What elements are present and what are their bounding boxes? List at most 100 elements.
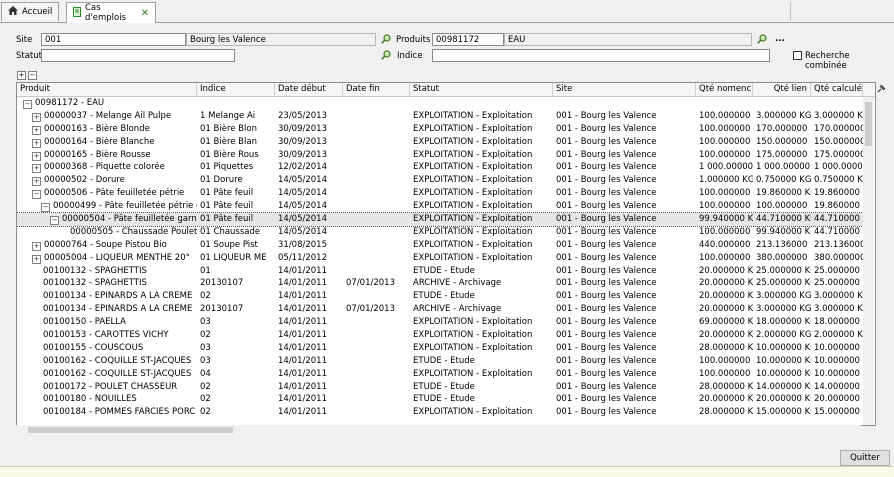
collapse-icon[interactable]: − — [32, 190, 41, 200]
produit-text: 00000037 - Melange Ail Pulpe — [44, 110, 172, 121]
cell-site: 001 - Bourg les Valence — [556, 368, 657, 379]
more-button[interactable]: ... — [775, 34, 785, 44]
close-tab-icon[interactable]: ✕ — [141, 8, 149, 19]
table-row[interactable]: 00100172 - POULET CHASSEUR 02 14/01/2011 ET… — [17, 381, 863, 394]
site-label: Site — [16, 35, 33, 45]
cell-indice: 03 — [200, 355, 211, 366]
pin-icon[interactable] — [876, 84, 886, 94]
table-row[interactable]: 00100155 - COUSCOUS 03 14/01/2011 EXPLOITAT… — [17, 342, 863, 355]
indice-input[interactable] — [432, 49, 770, 62]
table-row[interactable]: 00100162 - COQUILLE ST-JACQUES 04 14/01/20… — [17, 368, 863, 381]
recherche-combinee-checkbox[interactable] — [793, 51, 802, 60]
cell-qn: 1.000000 KG — [699, 175, 753, 186]
search-produit-icon[interactable] — [757, 34, 767, 44]
table-row[interactable]: 00100132 - SPAGHETTIS 01 14/01/2011 ETUDE -… — [17, 265, 863, 278]
table-row[interactable]: −00981172 - EAU — [17, 97, 863, 110]
cell-qc: 170.000000 ... — [814, 123, 863, 134]
collapse-icon[interactable]: − — [23, 100, 32, 109]
collapse-icon[interactable]: − — [50, 216, 59, 226]
search-indice-icon[interactable] — [381, 50, 391, 60]
table-row[interactable]: 00000505 - Chaussade Poulet Ch...01 Chau… — [17, 226, 863, 239]
cell-produit: +00000165 - Bière Rousse — [17, 149, 197, 162]
col-site[interactable]: Site — [553, 83, 696, 96]
cell-indice: 01 Pâte feuil — [200, 201, 254, 212]
expand-icon[interactable]: + — [32, 112, 41, 122]
cell-ql: 99.940000 KG — [756, 226, 811, 237]
cell-fin — [343, 239, 410, 252]
tab-accueil[interactable]: Accueil — [1, 2, 59, 21]
table-row[interactable]: −00000504 - Pâte feuilletée garnie 01 Pât… — [17, 212, 864, 227]
table-row[interactable]: +00000368 - Piquette colorée 01 Piquettes… — [17, 161, 863, 174]
cell-debut: 30/09/2013 — [278, 136, 327, 147]
cell-produit: 00100132 - SPAGHETTIS — [17, 277, 197, 290]
cell-indice: 01 Bière Blan — [200, 136, 257, 147]
produit-text: 00100134 - EPINARDS A LA CREME — [43, 304, 193, 315]
produit-code-input[interactable]: 00981172 — [432, 33, 504, 46]
table-row[interactable]: +00000163 - Bière Blonde 01 Bière Blon 30/… — [17, 123, 863, 136]
cell-qn: 100.000000 ... — [699, 188, 753, 199]
cell-ql: 10.000000 KG — [756, 355, 811, 366]
quitter-button[interactable]: Quitter — [840, 450, 890, 466]
table-row[interactable]: +00000764 - Soupe Pistou Bio 01 Soupe Pis… — [17, 239, 863, 252]
cell-debut: 14/01/2011 — [278, 304, 327, 315]
statut-input[interactable] — [41, 49, 235, 62]
table-row[interactable]: 00100134 - EPINARDS A LA CREME 20130107 14… — [17, 303, 863, 316]
horizontal-scroll-thumb[interactable] — [28, 427, 233, 433]
cell-statut: EXPLOITATION - Exploitation — [413, 149, 533, 160]
produit-text: 00100162 - COQUILLE ST-JACQUES — [43, 355, 192, 366]
expand-all-icon[interactable]: + — [17, 71, 26, 80]
cell-site: 001 - Bourg les Valence — [556, 330, 657, 341]
table-row[interactable]: 00100162 - COQUILLE ST-JACQUES 03 14/01/20… — [17, 355, 863, 368]
table-row[interactable]: 00100134 - EPINARDS A LA CREME 02 14/01/20… — [17, 290, 863, 303]
cell-qn: 20.000000 KG — [699, 394, 753, 405]
col-qte-lien[interactable]: Qté lien — [753, 83, 811, 96]
expand-icon[interactable]: + — [32, 254, 41, 264]
cell-site: 001 - Bourg les Valence — [556, 162, 657, 173]
cell-statut: EXPLOITATION - Exploitation — [413, 407, 533, 418]
horizontal-scrollbar[interactable] — [16, 425, 861, 435]
cell-statut: EXPLOITATION - Exploitation — [413, 136, 533, 147]
expand-icon[interactable]: + — [32, 138, 41, 148]
vertical-scroll-thumb[interactable] — [865, 102, 872, 146]
table-row[interactable]: +00000164 - Bière Blanche 01 Bière Blan 30… — [17, 136, 863, 149]
table-row[interactable]: +00000037 - Melange Ail Pulpe 1 Melange A… — [17, 110, 863, 123]
table-row[interactable]: −00000499 - Pâte feuilletée pétrie et t.… — [17, 200, 863, 213]
cell-produit: 00100132 - SPAGHETTIS — [17, 265, 197, 278]
vertical-scrollbar[interactable] — [863, 97, 874, 425]
col-date-debut[interactable]: Date début — [275, 83, 343, 96]
cell-produit: +00000368 - Piquette colorée — [17, 161, 197, 174]
search-site-icon[interactable] — [381, 34, 391, 44]
table-row[interactable]: 00100153 - CAROTTES VICHY 02 14/01/2011 EXP… — [17, 329, 863, 342]
table-row[interactable]: 00100150 - PAELLA 03 14/01/2011 EXPLOITATIO… — [17, 316, 863, 329]
table-row[interactable]: 00100184 - POMMES FARCIES PORC 02 14/01/20… — [17, 406, 863, 419]
table-row[interactable]: −00000506 - Pâte feuilletée pétrie 01 Pât… — [17, 187, 863, 200]
produit-text: 00000504 - Pâte feuilletée garnie — [62, 214, 197, 225]
cell-debut: 14/01/2011 — [278, 368, 327, 379]
expand-icon[interactable]: + — [32, 164, 41, 174]
table-row[interactable]: +00000165 - Bière Rousse 01 Bière Rous 30/… — [17, 149, 863, 162]
table-row[interactable]: 00100180 - NOUILLES 02 14/01/2011 ETUDE - E… — [17, 393, 863, 406]
col-indice[interactable]: Indice — [197, 83, 275, 96]
collapse-all-icon[interactable]: − — [28, 71, 37, 80]
col-qte-calculee[interactable]: Qté calculée — [811, 83, 863, 96]
tab-cas-emplois[interactable]: Cas d'emplois ✕ — [66, 2, 156, 23]
table-row[interactable]: +00005004 - LIQUEUR MENTHE 20° 01 LIQUEUR… — [17, 252, 863, 265]
expand-icon[interactable]: + — [32, 177, 41, 187]
table-row[interactable]: 00100132 - SPAGHETTIS 20130107 14/01/2011 0… — [17, 277, 863, 290]
expand-icon[interactable]: + — [32, 125, 41, 135]
produit-text: 00100134 - EPINARDS A LA CREME — [43, 291, 193, 302]
home-icon — [8, 6, 18, 18]
expand-icon[interactable]: + — [32, 241, 41, 251]
expand-icon[interactable]: + — [32, 151, 41, 161]
cell-indice: 20130107 — [200, 278, 244, 289]
col-qte-nomenc[interactable]: Qté nomenc — [696, 83, 753, 96]
col-date-fin[interactable]: Date fin — [343, 83, 410, 96]
cell-qn: 99.940000 KG — [699, 214, 753, 225]
col-statut[interactable]: Statut — [410, 83, 553, 96]
collapse-icon[interactable]: − — [41, 203, 50, 213]
cell-debut — [275, 97, 343, 110]
table-row[interactable]: +00000502 - Dorure 01 Dorure 14/05/2014 EXP… — [17, 174, 863, 187]
site-code-input[interactable]: 001 — [41, 33, 186, 46]
col-produit[interactable]: Produit — [17, 83, 197, 96]
produit-text: 00000164 - Bière Blanche — [44, 136, 155, 147]
